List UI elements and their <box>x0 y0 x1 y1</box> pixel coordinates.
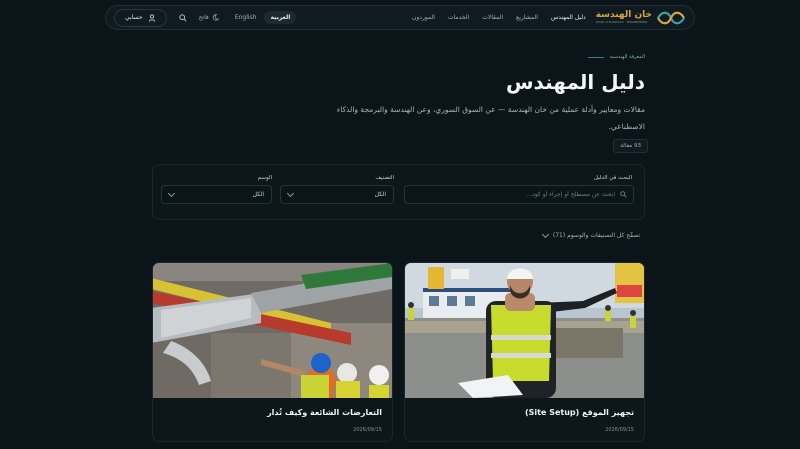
nav-link-engineer-guide[interactable]: دليل المهندس <box>551 14 586 21</box>
article-card[interactable]: تجهيز الموقع (Site Setup) 2026/09/15 <box>404 262 645 442</box>
account-label: حسابي <box>125 14 143 21</box>
search-label: البحث في الدليل <box>593 175 632 181</box>
top-navbar: خان الهندسة KHAN ALHANDASA · ENGINEERING… <box>105 5 695 30</box>
category-label: التصنيف <box>375 175 394 181</box>
tag-select[interactable]: الكل <box>161 185 272 204</box>
breadcrumb-label: المعرفة الهندسية <box>609 54 645 60</box>
logo-icon <box>657 11 685 24</box>
article-image <box>405 263 644 398</box>
mep-clashes-photo <box>153 263 392 398</box>
logo-title: خان الهندسة <box>595 10 652 20</box>
article-card[interactable]: التعارضات الشائعة وكيف تُدار 2026/09/15 <box>152 262 393 442</box>
logo[interactable]: خان الهندسة KHAN ALHANDASA · ENGINEERING <box>596 10 686 26</box>
lang-arabic-button[interactable]: العربية <box>264 11 297 24</box>
search-icon <box>620 191 627 198</box>
user-icon <box>148 14 155 22</box>
nav-link-services[interactable]: الخدمات <box>448 14 469 21</box>
chevron-down-icon <box>167 189 176 197</box>
page: خان الهندسة KHAN ALHANDASA · ENGINEERING… <box>0 0 800 449</box>
category-value: الكل <box>374 191 386 198</box>
article-title: تجهيز الموقع (Site Setup) <box>525 408 634 417</box>
article-title: التعارضات الشائعة وكيف تُدار <box>267 408 382 417</box>
breadcrumb-line <box>587 56 604 58</box>
chevron-down-icon <box>541 230 549 238</box>
logo-subtitle: KHAN ALHANDASA · ENGINEERING <box>595 20 648 24</box>
article-date: 2026/09/15 <box>353 427 382 433</box>
page-title: دليل المهندس <box>505 70 645 94</box>
filters-panel: البحث في الدليل التصنيف الكل الوسم الكل <box>152 164 645 220</box>
site-setup-photo <box>405 263 644 398</box>
article-count-badge: 93 مقالة <box>613 139 648 153</box>
nav-link-articles[interactable]: المقالات <box>482 14 503 21</box>
article-date: 2026/09/15 <box>605 427 634 433</box>
theme-toggle[interactable]: فاتح <box>199 14 219 21</box>
theme-label: فاتح <box>198 14 209 21</box>
browse-all-label: تصفّح كل التصنيفات والوسوم (71) <box>552 232 640 239</box>
browse-all-toggle[interactable]: تصفّح كل التصنيفات والوسوم (71) <box>541 230 640 239</box>
language-switcher: العربية English <box>229 11 297 24</box>
breadcrumb: المعرفة الهندسية <box>587 54 645 60</box>
article-image <box>153 263 392 398</box>
search-field <box>404 185 634 204</box>
category-select[interactable]: الكل <box>280 185 394 204</box>
page-description: مقالات ومعايير وأدلة عملية من خان الهندس… <box>336 105 645 131</box>
tag-label: الوسم <box>257 175 272 181</box>
search-input[interactable] <box>411 191 615 198</box>
tag-value: الكل <box>252 191 264 198</box>
account-button[interactable]: حسابي <box>114 8 167 27</box>
nav-link-suppliers[interactable]: الموردون <box>412 14 435 21</box>
moon-icon <box>212 14 219 21</box>
nav-links: دليل المهندس المشاريع المقالات الخدمات ا… <box>412 14 586 21</box>
search-icon <box>178 13 187 22</box>
nav-link-projects[interactable]: المشاريع <box>516 14 538 21</box>
search-button[interactable] <box>178 13 187 22</box>
chevron-down-icon <box>286 189 295 197</box>
lang-english-button[interactable]: English <box>229 11 263 24</box>
